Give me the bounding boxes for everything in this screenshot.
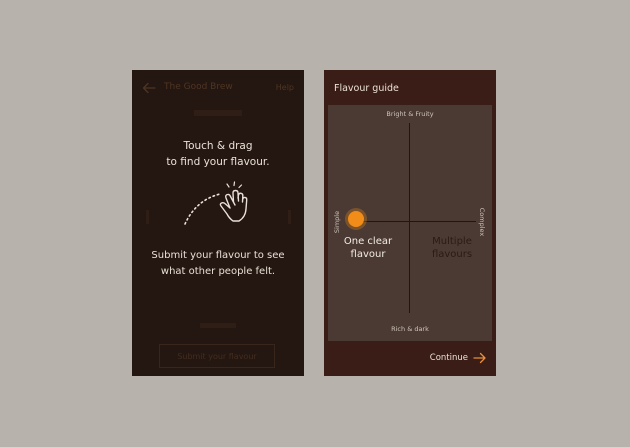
touch-line-2: to find your flavour. [166,156,270,168]
continue-button[interactable]: Continue [430,349,487,367]
zone-label-simple: One clear flavour [334,235,402,261]
axis-label-left: Simple [333,210,341,234]
axis-label-top: Bright & Fruity [386,110,434,118]
onboarding-screen: The Good Brew Help Submit your flavour T… [132,70,304,376]
screen-title: Flavour guide [334,83,399,94]
submit-line-2: what other people felt. [160,265,276,277]
touch-instruction: Touch & drag to find your flavour. [132,138,304,170]
submit-line-1: Submit your flavour to see [151,250,285,261]
zone-label-complex: Multiple flavours [418,235,486,261]
touch-line-1: Touch & drag [183,140,253,152]
submit-instruction: Submit your flavour to see what other pe… [132,248,304,279]
zone-simple-line-2: flavour [350,249,386,260]
hand-swipe-icon [184,181,248,225]
zone-complex-line-2: flavours [431,249,473,260]
zone-complex-line-1: Multiple [432,236,472,247]
axis-label-right: Complex [478,207,486,237]
vertical-axis [409,123,410,313]
tutorial-overlay[interactable]: Touch & drag to find your flavour. Submi… [132,70,304,376]
flavour-marker-handle[interactable] [348,211,364,227]
axis-label-bottom: Rich & dark [391,325,429,333]
flavour-map[interactable]: Bright & Fruity Rich & dark Simple Compl… [328,105,492,341]
flavour-guide-screen: Flavour guide Bright & Fruity Rich & dar… [324,70,496,376]
horizontal-axis [362,221,476,222]
continue-label: Continue [429,353,468,363]
arrow-right-icon [473,352,486,364]
zone-simple-line-1: One clear [343,236,393,247]
